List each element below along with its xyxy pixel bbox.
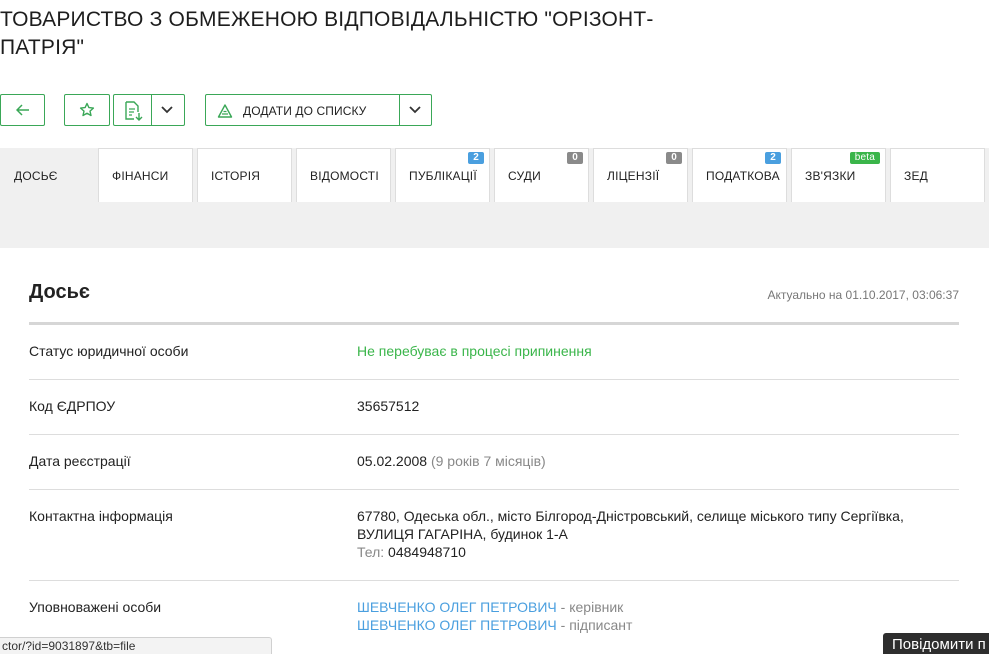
add-to-list-label: ДОДАТИ ДО СПИСКУ [243,104,367,118]
report-button[interactable]: Повідомити п [883,633,989,654]
tab-label: ПОДАТКОВА [706,169,780,183]
contact-label: Контактна інформація [29,508,173,524]
tab-label: ПУБЛІКАЦІЇ [409,169,477,183]
persons-label: Уповноважені особи [29,599,162,615]
count-badge: 0 [567,152,583,164]
export-button[interactable] [113,94,185,126]
phone-line: Тел: 0484948710 [357,543,904,561]
count-badge: 2 [765,152,781,164]
back-button[interactable] [0,94,45,126]
reg-date: 05.02.2008 [357,453,428,469]
divider [29,434,959,435]
count-badge: 2 [468,152,484,164]
tab-connections[interactable]: ЗВ'ЯЗКИ beta [791,148,886,202]
person-link[interactable]: ШЕВЧЕНКО ОЛЕГ ПЕТРОВИЧ [357,599,557,615]
phone-label: Тел: [357,544,385,560]
person-link[interactable]: ШЕВЧЕНКО ОЛЕГ ПЕТРОВИЧ [357,617,557,633]
page-title: ТОВАРИСТВО З ОБМЕЖЕНОЮ ВІДПОВІДАЛЬНІСТЮ … [0,8,654,59]
last-updated-text: Актуально на 01.10.2017, 03:06:37 [767,288,959,302]
list-add-icon [217,104,233,118]
arrow-left-icon [15,104,29,116]
person-role: - керівник [560,599,624,615]
list-item: ШЕВЧЕНКО ОЛЕГ ПЕТРОВИЧ - керівник [357,598,632,616]
favorite-button[interactable] [64,94,110,126]
browser-status-url: ctor/?id=9031897&tb=file [0,637,272,654]
tab-label: ЗЕД [904,169,928,183]
tab-label: ЗВ'ЯЗКИ [805,169,856,183]
tab-label: СУДИ [508,169,541,183]
tab-courts[interactable]: СУДИ 0 [494,148,589,202]
edrpou-value: 35657512 [357,398,420,414]
dossier-panel [0,248,989,654]
tab-publications[interactable]: ПУБЛІКАЦІЇ 2 [395,148,490,202]
persons-list: ШЕВЧЕНКО ОЛЕГ ПЕТРОВИЧ - керівник ШЕВЧЕН… [357,598,632,634]
status-label: Статус юридичної особи [29,343,189,359]
add-to-list-button[interactable]: ДОДАТИ ДО СПИСКУ [205,94,432,126]
document-download-icon [125,101,143,121]
tab-dossier[interactable]: ДОСЬЄ [0,148,94,202]
tab-label: ФІНАНСИ [112,169,169,183]
beta-badge: beta [849,152,880,164]
tab-records[interactable]: ВІДОМОСТІ [296,148,391,202]
tab-label: ІСТОРІЯ [211,169,261,183]
address-line: 67780, Одеська обл., місто Білгород-Дніс… [357,508,904,524]
company-age: (9 років 7 місяців) [430,453,546,469]
divider [29,379,959,380]
divider [29,580,959,581]
reg-date-label: Дата реєстрації [29,453,131,469]
tab-history[interactable]: ІСТОРІЯ [197,148,292,202]
tab-label: ДОСЬЄ [14,169,58,183]
contact-value: 67780, Одеська обл., місто Білгород-Дніс… [357,507,904,561]
phone-value: 0484948710 [388,544,466,560]
reg-date-value: 05.02.2008 (9 років 7 місяців) [357,452,546,470]
chevron-down-icon[interactable] [161,105,173,115]
divider [151,95,152,125]
tab-foreign-trade[interactable]: ЗЕД [890,148,985,202]
address-line: ВУЛИЦЯ ГАГАРІНА, будинок 1-А [357,526,568,542]
divider [29,489,959,490]
section-title: Досьє [29,281,90,303]
tab-label: ВІДОМОСТІ [310,169,379,183]
divider [29,322,959,325]
list-item: ШЕВЧЕНКО ОЛЕГ ПЕТРОВИЧ - підписант [357,616,632,634]
count-badge: 0 [666,152,682,164]
star-icon [79,102,95,117]
tab-label: ЛІЦЕНЗІЇ [607,169,660,183]
tab-finance[interactable]: ФІНАНСИ [98,148,193,202]
edrpou-label: Код ЄДРПОУ [29,398,116,414]
divider [399,95,400,125]
tab-bar: ДОСЬЄ ФІНАНСИ ІСТОРІЯ ВІДОМОСТІ ПУБЛІКАЦ… [0,148,989,248]
status-value: Не перебуває в процесі припинення [357,343,592,359]
chevron-down-icon[interactable] [409,105,421,115]
tab-tax[interactable]: ПОДАТКОВА 2 [692,148,787,202]
person-role: - підписант [560,617,633,633]
tab-licenses[interactable]: ЛІЦЕНЗІЇ 0 [593,148,688,202]
